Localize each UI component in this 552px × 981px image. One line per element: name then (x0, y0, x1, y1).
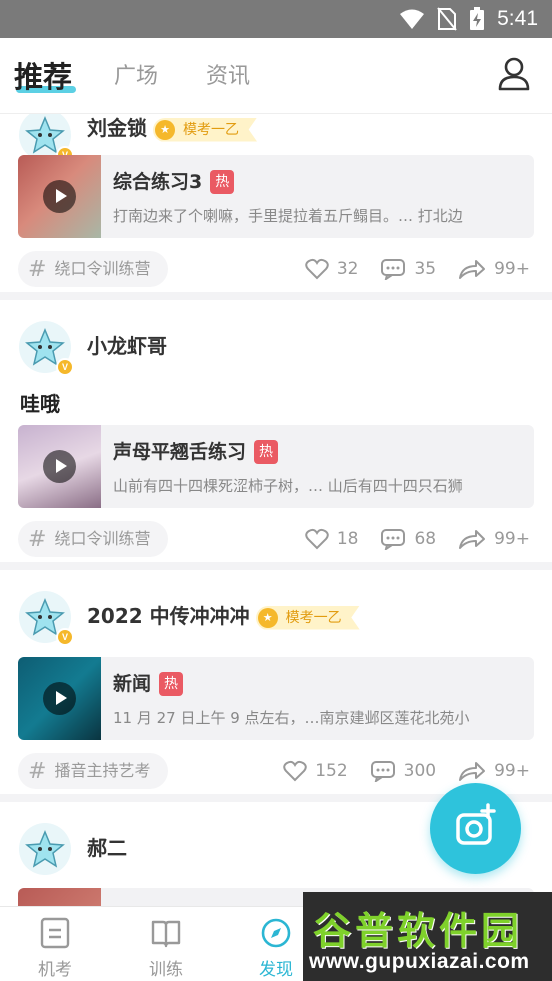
top-nav: 推荐 广场 资讯 (0, 38, 552, 114)
card-title: 声母平翘舌练习热 (113, 437, 279, 464)
level-badge: ★ 模考一乙 (153, 117, 257, 142)
nav-mock-exam[interactable]: 机考 (15, 907, 95, 981)
share-button[interactable]: 99+ (458, 760, 530, 782)
hashtag-icon: # (28, 257, 47, 282)
avatar[interactable]: V (18, 320, 74, 376)
hashtag-icon: # (28, 759, 47, 784)
battery-charging-icon (470, 7, 485, 30)
post-stats: 32 35 99+ (283, 251, 530, 287)
share-icon (459, 260, 486, 279)
video-card[interactable]: 综合练习3 热 打南边来了个喇嘛，手里提拉着五斤鳎目。… 打北边 (18, 155, 534, 238)
feed-post[interactable]: V 小龙虾哥 哇哦 声母平翘舌练习热 山前有四十四棵死涩柿子树，… 山后有四十四… (0, 300, 552, 570)
share-icon (459, 530, 486, 549)
nav-training[interactable]: 训练 (126, 907, 206, 981)
heart-icon (305, 528, 329, 550)
verified-badge: V (56, 628, 74, 646)
status-bar: 5:41 (0, 0, 552, 38)
profile-icon[interactable] (498, 57, 530, 91)
video-card[interactable]: 新闻热 11 月 27 日上午 9 点左右，…南京建邺区莲花北苑小 (18, 657, 534, 740)
tab-news[interactable]: 资讯 (206, 58, 250, 90)
card-title: 新闻热 (113, 669, 184, 696)
tab-square[interactable]: 广场 (114, 58, 158, 90)
card-description: 11 月 27 日上午 9 点左右，…南京建邺区莲花北苑小 (113, 709, 470, 727)
share-icon (459, 762, 486, 781)
topic-tag[interactable]: # 绕口令训练营 (18, 251, 169, 287)
play-icon (43, 682, 76, 715)
star-icon: ★ (155, 119, 175, 140)
hot-badge: 热 (254, 440, 279, 464)
wifi-icon (400, 9, 425, 29)
topic-tag[interactable]: # 播音主持艺考 (18, 753, 169, 789)
comment-icon (370, 761, 395, 782)
star-icon: ★ (257, 607, 278, 628)
compass-icon (261, 918, 291, 948)
heart-icon (305, 258, 329, 280)
avatar[interactable]: V (18, 590, 74, 646)
like-button[interactable]: 18 (305, 528, 358, 550)
like-button[interactable]: 32 (305, 258, 358, 280)
post-username[interactable]: 小龙虾哥 (87, 330, 167, 359)
post-username[interactable]: 2022 中传冲冲冲 ★ 模考一乙 (87, 600, 360, 630)
video-thumbnail (18, 425, 101, 508)
video-thumbnail (18, 657, 101, 740)
play-icon (43, 450, 76, 483)
comment-button[interactable]: 68 (380, 528, 436, 550)
post-username[interactable]: 刘金锁 ★ 模考一乙 (87, 114, 257, 142)
add-photo-icon (456, 803, 496, 845)
exam-paper-icon (40, 917, 70, 949)
share-button[interactable]: 99+ (458, 258, 530, 280)
level-badge: ★ 模考一乙 (255, 605, 360, 630)
video-thumbnail (18, 155, 101, 238)
watermark-url: www.gupuxiazai.com (309, 950, 530, 973)
create-post-button[interactable] (430, 783, 521, 874)
post-stats: 18 68 99+ (283, 521, 530, 557)
card-description: 打南边来了个喇嘛，手里提拉着五斤鳎目。… 打北边 (113, 207, 463, 225)
comment-icon (381, 529, 406, 550)
watermark-logo: 谷普软件园 www.gupuxiazai.com (303, 892, 552, 981)
heart-icon (283, 760, 307, 782)
feed-post[interactable]: V 刘金锁★模考一乙 综合练习3热 打南边来了个喇嘛，手里提拉着五斤鳎目。… 打… (0, 114, 552, 300)
no-sim-icon (437, 7, 457, 31)
hashtag-icon: # (28, 527, 47, 552)
share-button[interactable]: 99+ (458, 528, 530, 550)
status-time: 5:41 (497, 7, 538, 30)
feed-post[interactable]: V 2022 中传冲冲冲 ★ 模考一乙 新闻热 11 月 27 日上午 9 点左右，… (0, 570, 552, 802)
book-icon (151, 920, 181, 948)
comment-icon (381, 259, 406, 280)
avatar[interactable] (18, 822, 72, 876)
card-title: 综合练习3 热 (113, 167, 235, 194)
comment-button[interactable]: 35 (380, 258, 436, 280)
video-card[interactable]: 声母平翘舌练习热 山前有四十四棵死涩柿子树，… 山后有四十四只石狮 (18, 425, 534, 508)
topic-tag[interactable]: # 绕口令训练营 (18, 521, 169, 557)
card-description: 山前有四十四棵死涩柿子树，… 山后有四十四只石狮 (113, 477, 463, 495)
play-icon (43, 180, 76, 213)
like-button[interactable]: 152 (283, 760, 348, 782)
hot-badge: 热 (210, 170, 235, 194)
hot-badge: 热 (159, 672, 184, 696)
tab-recommend[interactable]: 推荐 (14, 54, 72, 96)
post-username[interactable]: 郝二 (87, 832, 127, 861)
video-thumbnail (18, 888, 101, 906)
verified-badge: V (56, 358, 74, 376)
comment-button[interactable]: 300 (370, 760, 436, 782)
watermark-title: 谷普软件园 (313, 909, 524, 953)
post-text: 哇哦 (20, 392, 60, 416)
